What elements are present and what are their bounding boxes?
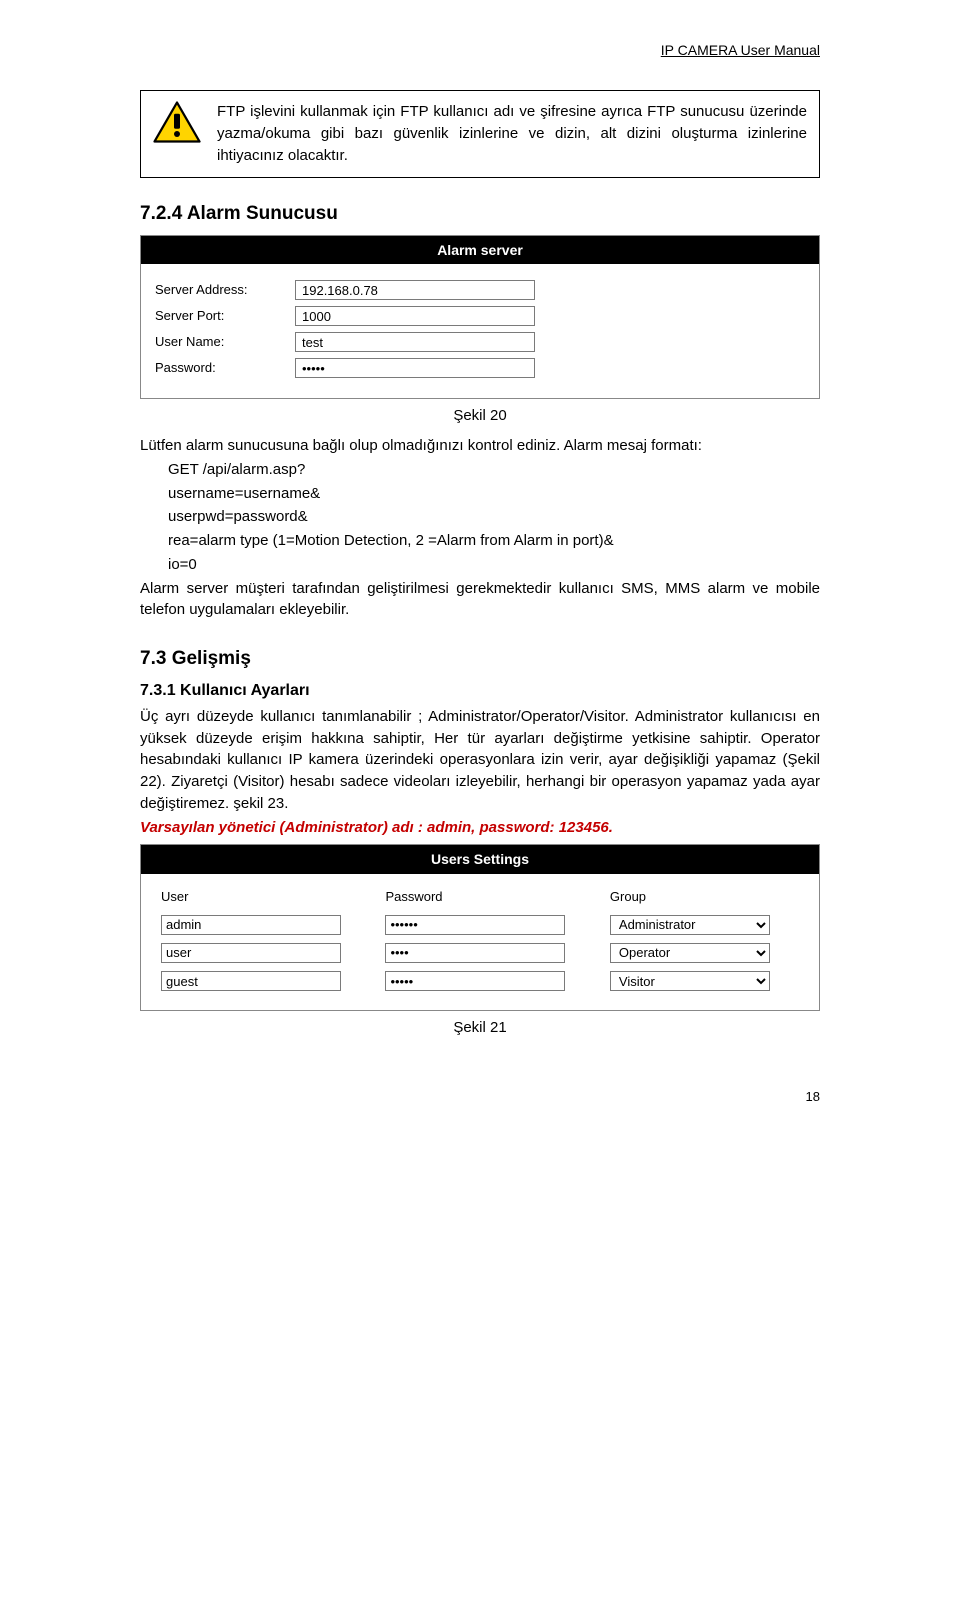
alarm-body-line-0: Lütfen alarm sunucusuna bağlı olup olmad… <box>140 435 820 457</box>
heading-7-3-1: 7.3.1 Kullanıcı Ayarları <box>140 679 820 702</box>
label-user-name: User Name: <box>155 333 295 352</box>
alarm-body-line-4: rea=alarm type (1=Motion Detection, 2 =A… <box>140 530 820 552</box>
select-group-2[interactable]: Visitor <box>610 971 770 991</box>
input-user-2[interactable] <box>161 971 341 991</box>
alarm-server-panel: Alarm server Server Address: Server Port… <box>140 235 820 399</box>
page: IP CAMERA User Manual FTP işlevini kulla… <box>70 0 890 1147</box>
alarm-body-line-3: userpwd=password& <box>140 506 820 528</box>
label-server-port: Server Port: <box>155 307 295 326</box>
row-password: Password: <box>155 358 805 378</box>
input-user-name[interactable] <box>295 332 535 352</box>
table-header-row: User Password Group <box>155 884 805 911</box>
heading-7-2-4: 7.2.4 Alarm Sunucusu <box>140 200 820 228</box>
label-server-address: Server Address: <box>155 281 295 300</box>
input-server-port[interactable] <box>295 306 535 326</box>
alarm-body-line-1: GET /api/alarm.asp? <box>140 459 820 481</box>
users-settings-panel-title: Users Settings <box>141 845 819 873</box>
select-group-1[interactable]: Operator <box>610 943 770 963</box>
alarm-body-after: Alarm server müşteri tarafından geliştir… <box>140 578 820 622</box>
figure-21-caption: Şekil 21 <box>140 1017 820 1039</box>
callout-text: FTP işlevini kullanmak için FTP kullanıc… <box>217 101 807 166</box>
input-pass-0[interactable] <box>385 915 565 935</box>
th-group: Group <box>604 884 805 911</box>
users-settings-panel: Users Settings User Password Group Admin… <box>140 844 820 1010</box>
page-number: 18 <box>140 1088 820 1107</box>
row-user-name: User Name: <box>155 332 805 352</box>
user-settings-body: Üç ayrı düzeyde kullanıcı tanımlanabilir… <box>140 706 820 815</box>
input-server-address[interactable] <box>295 280 535 300</box>
table-row: Administrator <box>155 911 805 939</box>
alarm-body-line-2: username=username& <box>140 483 820 505</box>
table-row: Visitor <box>155 967 805 995</box>
table-row: Operator <box>155 939 805 967</box>
th-password: Password <box>379 884 603 911</box>
row-server-port: Server Port: <box>155 306 805 326</box>
input-pass-1[interactable] <box>385 943 565 963</box>
default-admin-line: Varsayılan yönetici (Administrator) adı … <box>140 817 820 839</box>
input-pass-2[interactable] <box>385 971 565 991</box>
input-password[interactable] <box>295 358 535 378</box>
ftp-warning-callout: FTP işlevini kullanmak için FTP kullanıc… <box>140 90 820 177</box>
warning-icon <box>153 101 201 143</box>
document-header: IP CAMERA User Manual <box>140 40 820 60</box>
label-password: Password: <box>155 359 295 378</box>
select-group-0[interactable]: Administrator <box>610 915 770 935</box>
row-server-address: Server Address: <box>155 280 805 300</box>
heading-7-3: 7.3 Gelişmiş <box>140 645 820 673</box>
alarm-body-line-5: io=0 <box>140 554 820 576</box>
input-user-0[interactable] <box>161 915 341 935</box>
alarm-server-panel-title: Alarm server <box>141 236 819 264</box>
figure-20-caption: Şekil 20 <box>140 405 820 427</box>
th-user: User <box>155 884 379 911</box>
input-user-1[interactable] <box>161 943 341 963</box>
